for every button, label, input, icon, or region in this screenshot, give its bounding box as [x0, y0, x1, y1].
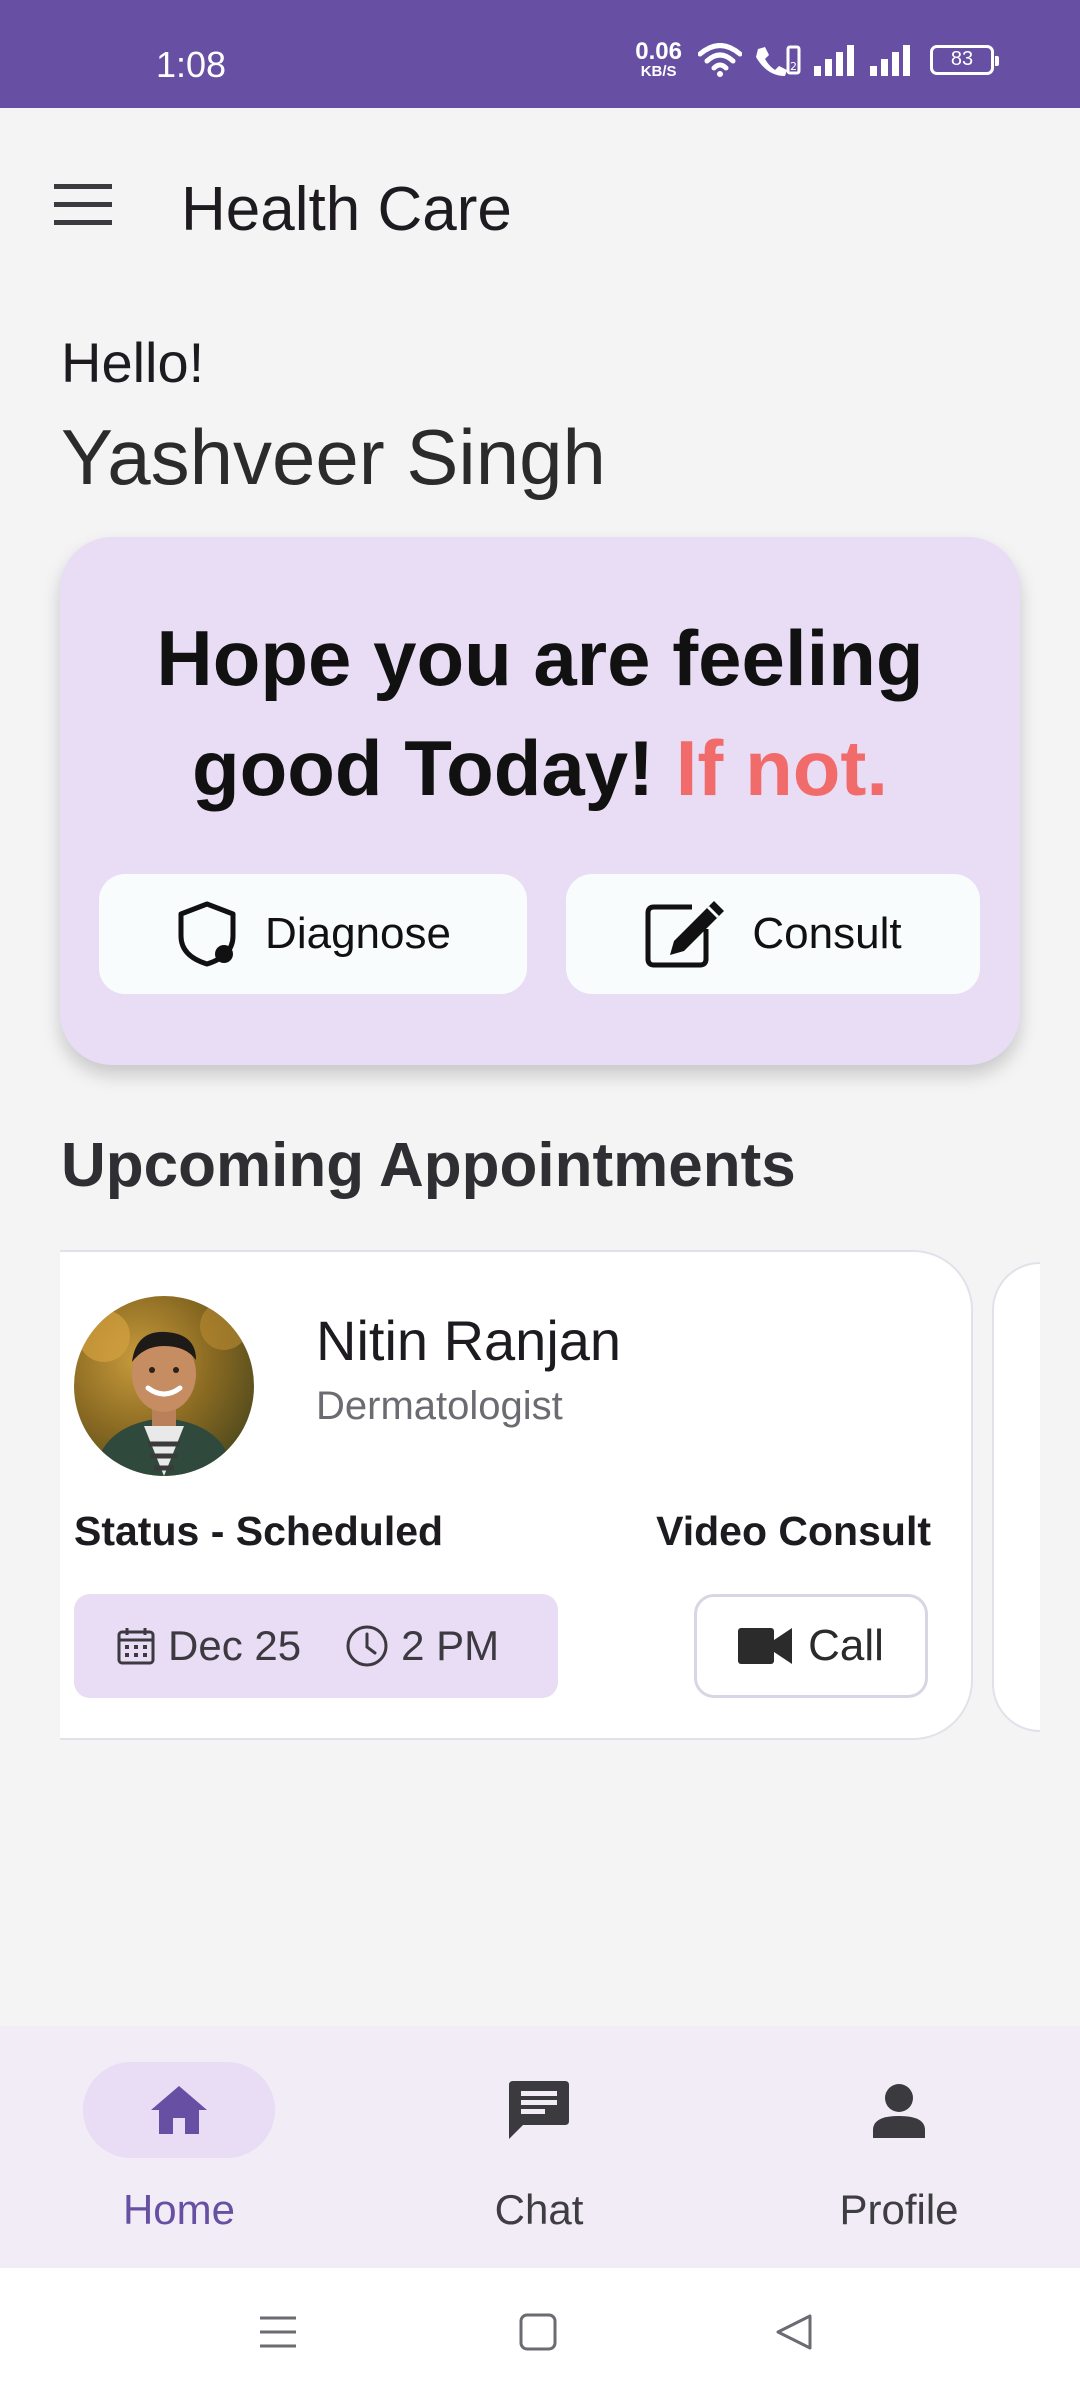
nav-label-home: Home — [122, 2186, 236, 2233]
diagnose-label: Diagnose — [265, 909, 451, 958]
svg-text:2: 2 — [790, 60, 797, 73]
doctor-name: Nitin Ranjan — [316, 1309, 622, 1372]
nav-item-chat[interactable]: Chat — [389, 2062, 689, 2234]
consult-button[interactable]: Consult — [566, 874, 980, 994]
diagnose-button[interactable]: Diagnose — [99, 874, 527, 994]
greeting-hello: Hello! — [61, 331, 205, 394]
next-appointment-card-peek[interactable] — [992, 1262, 1040, 1732]
consult-type: Video Consult — [656, 1508, 931, 1554]
wifi-icon — [698, 42, 742, 77]
appointment-date: Dec 25 — [168, 1622, 302, 1669]
system-navigation-bar — [0, 2268, 1080, 2400]
call-button[interactable]: Call — [694, 1594, 928, 1698]
call-label: Call — [808, 1621, 884, 1670]
appointment-status: Status - Scheduled — [74, 1508, 444, 1554]
signal-1-icon — [814, 44, 854, 76]
network-speed-unit: KB/S — [640, 63, 677, 80]
appointment-datetime-chip: Dec 25 2 PM — [74, 1594, 558, 1698]
wellbeing-message: Hope you are feeling good Today! If not. — [60, 603, 1020, 823]
wellbeing-card: Hope you are feeling good Today! If not.… — [60, 537, 1020, 1065]
nav-item-home[interactable]: Home — [29, 2062, 329, 2234]
app-bar: Health Care — [0, 108, 1080, 308]
shield-icon — [178, 901, 236, 967]
status-icons: 0.06 KB/S 2 83 — [635, 38, 999, 80]
nav-item-profile[interactable]: Profile — [749, 2062, 1049, 2234]
home-square-icon[interactable] — [518, 2312, 558, 2352]
wellbeing-line-2: good Today! — [191, 724, 655, 812]
battery-level: 83 — [950, 48, 974, 70]
nav-label-chat: Chat — [494, 2186, 584, 2233]
nav-profile-icon-wrap — [803, 2062, 995, 2158]
app-title: Health Care — [181, 175, 512, 244]
upcoming-appointments-title: Upcoming Appointments — [61, 1131, 796, 1200]
network-speed-value: 0.06 — [635, 38, 682, 65]
video-camera-icon — [738, 1628, 793, 1664]
appointment-card[interactable]: Nitin Ranjan Dermatologist Status - Sche… — [60, 1250, 973, 1740]
recents-icon[interactable] — [258, 2312, 298, 2352]
appointment-time: 2 PM — [401, 1622, 500, 1669]
clock-icon — [346, 1625, 388, 1667]
home-icon — [151, 2086, 207, 2134]
doctor-specialty: Dermatologist — [316, 1384, 563, 1428]
calendar-icon — [117, 1628, 155, 1665]
status-time: 1:08 — [156, 44, 227, 85]
nav-active-indicator — [83, 2062, 275, 2158]
wifi-calling-icon: 2 — [756, 45, 801, 76]
nav-chat-icon-wrap — [443, 2062, 635, 2158]
consult-label: Consult — [752, 909, 902, 958]
battery-indicator: 83 — [930, 44, 999, 75]
bottom-navigation: Home Chat Profile — [0, 2026, 1080, 2268]
wellbeing-accent: If not. — [675, 724, 889, 812]
person-icon — [873, 2084, 925, 2138]
wellbeing-line-1: Hope you are feeling — [156, 614, 924, 702]
nav-label-profile: Profile — [839, 2186, 959, 2233]
edit-icon — [645, 901, 725, 968]
chat-icon — [509, 2081, 569, 2139]
status-bar: 1:08 0.06 KB/S 2 83 — [0, 0, 1080, 108]
hamburger-menu-icon[interactable] — [54, 184, 112, 226]
back-triangle-icon[interactable] — [774, 2312, 814, 2352]
user-name: Yashveer Singh — [61, 413, 606, 501]
network-speed: 0.06 KB/S — [635, 38, 682, 80]
doctor-avatar — [74, 1296, 254, 1476]
signal-2-icon — [870, 44, 910, 76]
